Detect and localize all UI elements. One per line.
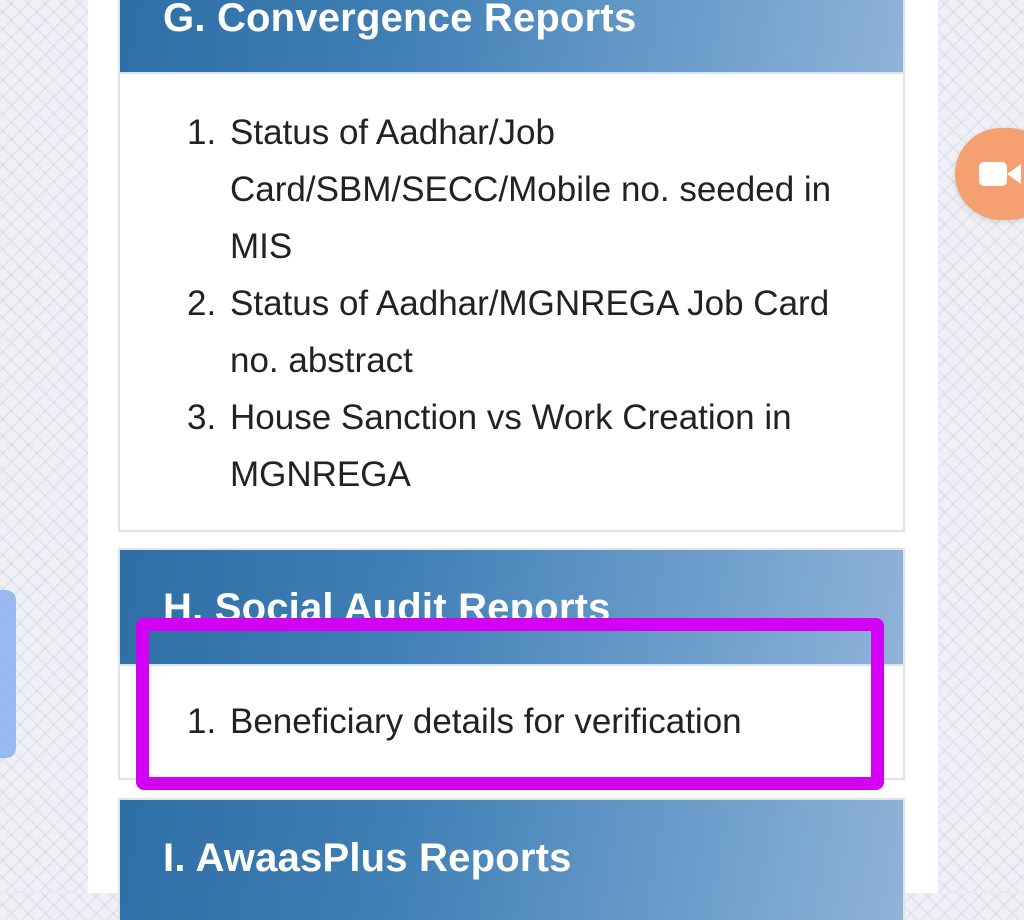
- item-number: 2.: [187, 284, 217, 323]
- section-header[interactable]: G. Convergence Reports: [120, 0, 903, 74]
- report-link-beneficiary-verification[interactable]: 1. Beneficiary details for verification: [120, 693, 903, 750]
- report-link-label[interactable]: Status of Aadhar/MGNREGA Job Card no. ab…: [230, 284, 829, 380]
- item-number: 1.: [187, 113, 217, 152]
- section-header[interactable]: I. AwaasPlus Reports: [120, 800, 903, 920]
- report-link-label[interactable]: Beneficiary details for verification: [230, 702, 742, 741]
- video-camera-icon: [979, 162, 1007, 186]
- section-title: H. Social Audit Reports: [163, 586, 611, 630]
- convergence-reports-section: G. Convergence Reports 1. Status of Aadh…: [118, 0, 905, 532]
- left-edge-handle[interactable]: [0, 590, 16, 758]
- item-number: 3.: [187, 398, 217, 437]
- floating-video-button[interactable]: [955, 128, 1024, 220]
- report-list: 1. Beneficiary details for verification: [120, 666, 903, 750]
- report-link-house-sanction-vs-work[interactable]: 3. House Sanction vs Work Creation in MG…: [120, 389, 903, 503]
- report-link-label[interactable]: House Sanction vs Work Creation in MGNRE…: [230, 398, 792, 494]
- report-link-label[interactable]: Status of Aadhar/Job Card/SBM/SECC/Mobil…: [230, 113, 831, 266]
- section-header[interactable]: H. Social Audit Reports: [120, 550, 903, 666]
- section-title: G. Convergence Reports: [163, 0, 637, 40]
- report-link-aadhar-jobcard-seeding[interactable]: 1. Status of Aadhar/Job Card/SBM/SECC/Mo…: [120, 104, 903, 275]
- item-number: 1.: [187, 702, 217, 741]
- report-list: 1. Status of Aadhar/Job Card/SBM/SECC/Mo…: [120, 74, 903, 503]
- awaasplus-reports-section: I. AwaasPlus Reports: [118, 798, 905, 920]
- video-camera-lens-icon: [1007, 164, 1021, 184]
- report-link-aadhar-mgnrega-abstract[interactable]: 2. Status of Aadhar/MGNREGA Job Card no.…: [120, 275, 903, 389]
- section-title: I. AwaasPlus Reports: [163, 836, 572, 880]
- social-audit-reports-section: H. Social Audit Reports 1. Beneficiary d…: [118, 548, 905, 780]
